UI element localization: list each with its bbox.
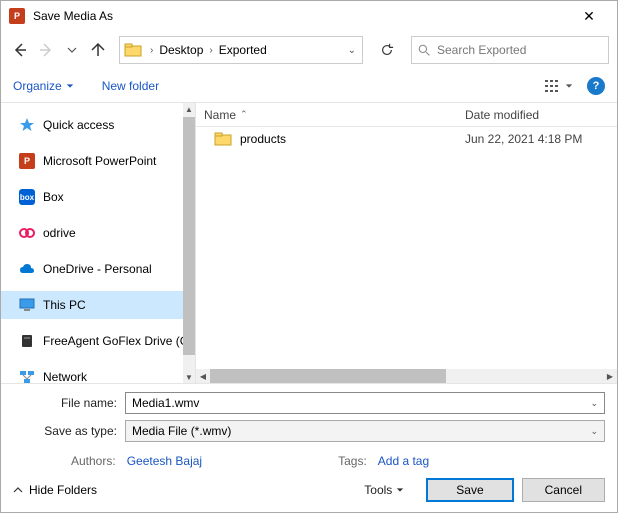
tags-value[interactable]: Add a tag <box>378 454 429 468</box>
main-area: Quick access P Microsoft PowerPoint box … <box>1 103 617 383</box>
arrow-left-icon <box>12 42 28 58</box>
back-button[interactable] <box>9 39 31 61</box>
scroll-thumb[interactable] <box>183 117 195 355</box>
powerpoint-icon: P <box>9 8 25 24</box>
arrow-up-icon <box>90 42 106 58</box>
column-name[interactable]: Name ⌃ <box>196 108 457 122</box>
search-placeholder: Search Exported <box>437 43 526 57</box>
chevron-down-icon <box>565 82 573 90</box>
folder-icon <box>124 41 142 59</box>
button-row: Hide Folders Tools Save Cancel <box>13 478 605 502</box>
help-button[interactable]: ? <box>587 77 605 95</box>
sidebar-item-powerpoint[interactable]: P Microsoft PowerPoint <box>1 147 183 175</box>
file-list-pane: Name ⌃ Date modified products Jun 22, 20… <box>196 103 617 383</box>
odrive-icon <box>19 225 35 241</box>
cloud-icon <box>19 261 35 277</box>
forward-button[interactable] <box>35 39 57 61</box>
column-date[interactable]: Date modified <box>457 108 617 122</box>
sidebar-item-box[interactable]: box Box <box>1 183 183 211</box>
chevron-down-icon[interactable]: ⌄ <box>346 45 358 56</box>
sidebar-item-network[interactable]: Network <box>1 363 183 383</box>
scroll-up-icon[interactable]: ▲ <box>183 103 195 115</box>
chevron-right-icon: › <box>207 45 214 56</box>
file-row[interactable]: products Jun 22, 2021 4:18 PM <box>196 127 617 151</box>
chevron-down-icon <box>66 82 74 90</box>
filename-label: File name: <box>13 396 125 410</box>
up-button[interactable] <box>87 39 109 61</box>
sidebar-item-drive[interactable]: FreeAgent GoFlex Drive (G <box>1 327 183 355</box>
tags-label: Tags: <box>338 454 367 468</box>
star-icon <box>19 117 35 133</box>
column-header: Name ⌃ Date modified <box>196 103 617 127</box>
chevron-down-icon[interactable]: ⌄ <box>590 398 598 409</box>
cancel-button[interactable]: Cancel <box>522 478 605 502</box>
chevron-right-icon: › <box>148 45 155 56</box>
filename-input[interactable]: Media1.wmv ⌄ <box>125 392 605 414</box>
breadcrumb[interactable]: › Desktop › Exported ⌄ <box>119 36 363 64</box>
organize-button[interactable]: Organize <box>13 79 74 93</box>
refresh-button[interactable] <box>373 36 401 64</box>
sidebar-scrollbar[interactable]: ▲ ▼ <box>183 103 195 383</box>
arrow-right-icon <box>38 42 54 58</box>
monitor-icon <box>19 297 35 313</box>
window-title: Save Media As <box>33 9 569 23</box>
sidebar-item-odrive[interactable]: odrive <box>1 219 183 247</box>
crumb-desktop[interactable]: Desktop <box>155 43 207 57</box>
search-input[interactable]: Search Exported <box>411 36 609 64</box>
new-folder-button[interactable]: New folder <box>102 79 159 93</box>
search-icon <box>418 44 431 57</box>
box-icon: box <box>19 189 35 205</box>
sidebar-item-quick-access[interactable]: Quick access <box>1 111 183 139</box>
scroll-down-icon[interactable]: ▼ <box>183 371 195 383</box>
savetype-select[interactable]: Media File (*.wmv) ⌄ <box>125 420 605 442</box>
view-icon <box>545 79 563 93</box>
bottom-panel: File name: Media1.wmv ⌄ Save as type: Me… <box>1 383 617 512</box>
recent-button[interactable] <box>61 39 83 61</box>
scroll-right-icon[interactable]: ▶ <box>603 369 617 383</box>
chevron-down-icon[interactable]: ⌄ <box>590 426 598 437</box>
title-bar: P Save Media As ✕ <box>1 1 617 31</box>
sidebar-item-onedrive[interactable]: OneDrive - Personal <box>1 255 183 283</box>
sidebar: Quick access P Microsoft PowerPoint box … <box>1 103 196 383</box>
file-name: products <box>240 132 457 146</box>
savetype-label: Save as type: <box>13 424 125 438</box>
folder-icon <box>214 130 232 148</box>
chevron-up-icon <box>13 485 23 495</box>
hide-folders-button[interactable]: Hide Folders <box>13 483 97 497</box>
chevron-down-icon <box>396 486 404 494</box>
sidebar-item-this-pc[interactable]: This PC <box>1 291 183 319</box>
drive-icon <box>19 333 35 349</box>
powerpoint-icon: P <box>19 153 35 169</box>
authors-value[interactable]: Geetesh Bajaj <box>127 454 202 468</box>
view-button[interactable] <box>545 79 573 93</box>
close-button[interactable]: ✕ <box>569 8 609 25</box>
scroll-thumb[interactable] <box>210 369 446 383</box>
network-icon <box>19 369 35 383</box>
nav-row: › Desktop › Exported ⌄ Search Exported <box>1 31 617 69</box>
scroll-left-icon[interactable]: ◀ <box>196 369 210 383</box>
meta-row: Authors: Geetesh Bajaj Tags: Add a tag <box>13 448 605 478</box>
refresh-icon <box>380 43 394 57</box>
authors-label: Authors: <box>71 454 116 468</box>
horizontal-scrollbar[interactable]: ◀ ▶ <box>196 369 617 383</box>
toolbar: Organize New folder ? <box>1 69 617 103</box>
file-date: Jun 22, 2021 4:18 PM <box>457 132 617 146</box>
crumb-exported[interactable]: Exported <box>215 43 271 57</box>
file-list[interactable]: products Jun 22, 2021 4:18 PM <box>196 127 617 369</box>
tools-button[interactable]: Tools <box>364 483 404 497</box>
save-button[interactable]: Save <box>426 478 513 502</box>
chevron-down-icon <box>67 45 77 55</box>
sort-caret-icon: ⌃ <box>240 109 248 120</box>
